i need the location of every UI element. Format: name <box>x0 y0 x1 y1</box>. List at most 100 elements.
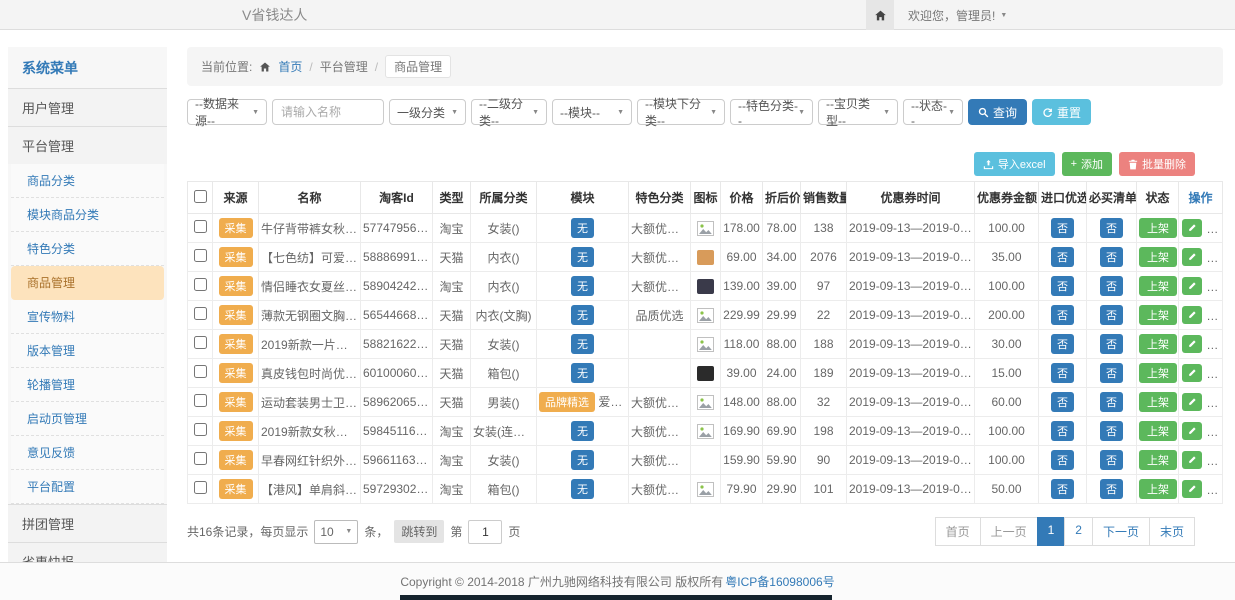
import-select-badge[interactable]: 否 <box>1051 450 1074 470</box>
row-checkbox[interactable] <box>194 394 207 407</box>
page-button[interactable]: 末页 <box>1149 517 1195 546</box>
icp-link[interactable]: 粤ICP备16098006号 <box>725 573 834 590</box>
sidebar-sub-item[interactable]: 宣传物料 <box>11 300 164 334</box>
filter-module-sub-select[interactable]: --模块下分类--▼ <box>637 99 725 125</box>
status-button[interactable]: 上架 <box>1139 305 1177 325</box>
delete-button[interactable] <box>1207 364 1222 382</box>
delete-button[interactable] <box>1207 422 1222 440</box>
sidebar-sub-item[interactable]: 平台配置 <box>11 470 164 504</box>
batch-delete-button[interactable]: 批量删除 <box>1119 152 1195 176</box>
row-checkbox[interactable] <box>194 336 207 349</box>
import-select-badge[interactable]: 否 <box>1051 479 1074 499</box>
delete-button[interactable] <box>1207 306 1222 324</box>
page-button[interactable]: 1 <box>1037 517 1066 546</box>
jump-to-button[interactable]: 跳转到 <box>394 520 444 543</box>
delete-button[interactable] <box>1207 393 1222 411</box>
must-buy-badge[interactable]: 否 <box>1100 363 1123 383</box>
delete-button[interactable] <box>1207 248 1222 266</box>
row-checkbox[interactable] <box>194 423 207 436</box>
home-button[interactable] <box>866 0 894 30</box>
import-select-badge[interactable]: 否 <box>1051 218 1074 238</box>
must-buy-badge[interactable]: 否 <box>1100 479 1123 499</box>
sidebar-sub-item[interactable]: 启动页管理 <box>11 402 164 436</box>
row-checkbox[interactable] <box>194 220 207 233</box>
sidebar-sub-item[interactable]: 轮播管理 <box>11 368 164 402</box>
sidebar-sub-item[interactable]: 商品分类 <box>11 164 164 198</box>
filter-module-select[interactable]: --模块--▼ <box>552 99 632 125</box>
sidebar-item[interactable]: 拼团管理 <box>8 504 167 542</box>
must-buy-badge[interactable]: 否 <box>1100 450 1123 470</box>
user-menu[interactable]: 欢迎您，管理员! ▼ <box>908 7 1007 24</box>
must-buy-badge[interactable]: 否 <box>1100 247 1123 267</box>
import-select-badge[interactable]: 否 <box>1051 363 1074 383</box>
page-button[interactable]: 2 <box>1064 517 1093 546</box>
edit-button[interactable] <box>1182 480 1202 498</box>
status-button[interactable]: 上架 <box>1139 363 1177 383</box>
sidebar-sub-item[interactable]: 意见反馈 <box>11 436 164 470</box>
status-button[interactable]: 上架 <box>1139 479 1177 499</box>
status-button[interactable]: 上架 <box>1139 276 1177 296</box>
import-select-badge[interactable]: 否 <box>1051 334 1074 354</box>
status-button[interactable]: 上架 <box>1139 247 1177 267</box>
import-select-badge[interactable]: 否 <box>1051 305 1074 325</box>
row-checkbox[interactable] <box>194 452 207 465</box>
edit-button[interactable] <box>1182 306 1202 324</box>
row-checkbox[interactable] <box>194 307 207 320</box>
name-search-input[interactable] <box>272 99 384 125</box>
delete-button[interactable] <box>1207 480 1222 498</box>
status-button[interactable]: 上架 <box>1139 450 1177 470</box>
must-buy-badge[interactable]: 否 <box>1100 305 1123 325</box>
sidebar-sub-item[interactable]: 特色分类 <box>11 232 164 266</box>
page-button[interactable]: 下一页 <box>1092 517 1150 546</box>
row-checkbox[interactable] <box>194 365 207 378</box>
per-page-select[interactable]: 10 ▼ <box>314 520 358 544</box>
edit-button[interactable] <box>1182 422 1202 440</box>
sidebar-sub-item[interactable]: 模块商品分类 <box>11 198 164 232</box>
edit-button[interactable] <box>1182 451 1202 469</box>
page-button[interactable]: 首页 <box>935 517 981 546</box>
row-checkbox[interactable] <box>194 278 207 291</box>
import-select-badge[interactable]: 否 <box>1051 421 1074 441</box>
must-buy-badge[interactable]: 否 <box>1100 334 1123 354</box>
edit-button[interactable] <box>1182 335 1202 353</box>
breadcrumb-home-link[interactable]: 首页 <box>278 58 302 75</box>
filter-level1-select[interactable]: 一级分类▼ <box>389 99 466 125</box>
status-button[interactable]: 上架 <box>1139 421 1177 441</box>
page-button[interactable]: 上一页 <box>980 517 1038 546</box>
query-button[interactable]: 查询 <box>968 99 1027 125</box>
must-buy-badge[interactable]: 否 <box>1100 218 1123 238</box>
must-buy-badge[interactable]: 否 <box>1100 392 1123 412</box>
delete-button[interactable] <box>1207 219 1222 237</box>
import-select-badge[interactable]: 否 <box>1051 392 1074 412</box>
import-select-badge[interactable]: 否 <box>1051 276 1074 296</box>
status-button[interactable]: 上架 <box>1139 218 1177 238</box>
add-button[interactable]: + 添加 <box>1062 152 1112 176</box>
delete-button[interactable] <box>1207 335 1222 353</box>
page-number-input[interactable] <box>468 520 502 544</box>
delete-button[interactable] <box>1207 277 1222 295</box>
must-buy-badge[interactable]: 否 <box>1100 421 1123 441</box>
sidebar-sub-item[interactable]: 版本管理 <box>11 334 164 368</box>
edit-button[interactable] <box>1182 248 1202 266</box>
edit-button[interactable] <box>1182 364 1202 382</box>
filter-data-source-select[interactable]: --数据来源--▼ <box>187 99 267 125</box>
row-checkbox[interactable] <box>194 249 207 262</box>
edit-button[interactable] <box>1182 277 1202 295</box>
filter-level2-select[interactable]: --二级分类--▼ <box>471 99 547 125</box>
sidebar-sub-item[interactable]: 商品管理 <box>11 266 164 300</box>
status-button[interactable]: 上架 <box>1139 392 1177 412</box>
edit-button[interactable] <box>1182 393 1202 411</box>
sidebar-item[interactable]: 用户管理 <box>8 88 167 126</box>
status-button[interactable]: 上架 <box>1139 334 1177 354</box>
reset-button[interactable]: 重置 <box>1032 99 1091 125</box>
filter-status-select[interactable]: --状态--▼ <box>903 99 963 125</box>
row-checkbox[interactable] <box>194 481 207 494</box>
must-buy-badge[interactable]: 否 <box>1100 276 1123 296</box>
select-all-checkbox[interactable] <box>194 190 207 203</box>
delete-button[interactable] <box>1207 451 1222 469</box>
import-select-badge[interactable]: 否 <box>1051 247 1074 267</box>
edit-button[interactable] <box>1182 219 1202 237</box>
sidebar-item[interactable]: 平台管理 <box>8 126 167 164</box>
import-excel-button[interactable]: 导入excel <box>974 152 1055 176</box>
filter-item-type-select[interactable]: --宝贝类型--▼ <box>818 99 898 125</box>
